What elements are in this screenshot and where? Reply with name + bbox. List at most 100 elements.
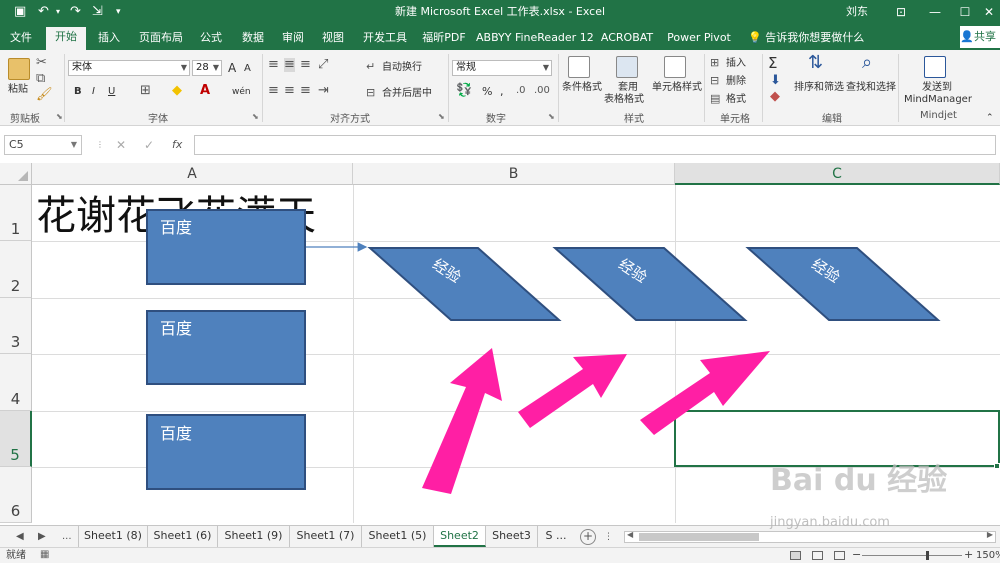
underline-button[interactable]: U — [108, 86, 115, 98]
cut-icon[interactable]: ✂ — [36, 56, 47, 70]
grow-font-button[interactable]: A — [228, 62, 236, 74]
accounting-icon[interactable]: 💱 — [456, 84, 472, 98]
conditional-format-button[interactable]: 条件格式 — [562, 82, 602, 94]
tab-home[interactable]: 开始 — [46, 27, 86, 50]
font-launcher-icon[interactable]: ⬊ — [252, 112, 259, 121]
comma-button[interactable]: , — [500, 86, 504, 98]
zoom-slider[interactable] — [862, 555, 962, 556]
sort-filter-button[interactable]: 排序和筛选 — [794, 82, 844, 94]
find-select-button[interactable]: 查找和选择 — [846, 82, 896, 94]
more-sheets-left[interactable]: ... — [62, 529, 72, 545]
tab-page-layout[interactable]: 页面布局 — [134, 28, 188, 50]
sheet-tab-sheet2[interactable]: Sheet2 — [434, 526, 486, 547]
tab-developer[interactable]: 开发工具 — [358, 28, 412, 50]
align-top-icon[interactable]: ≡ — [268, 58, 279, 72]
share-button[interactable]: 👤共享 — [960, 26, 1000, 48]
tab-foxit-pdf[interactable]: 福昕PDF — [418, 28, 470, 50]
percent-button[interactable]: % — [482, 86, 492, 98]
copy-icon[interactable]: ⧉ — [36, 72, 45, 86]
tab-power-pivot[interactable]: Power Pivot — [664, 28, 734, 50]
delete-cells-button[interactable]: 删除 — [726, 76, 746, 88]
italic-button[interactable]: I — [92, 86, 95, 98]
rectangle-shape-2[interactable]: 百度 — [146, 310, 306, 385]
phonetic-button[interactable]: wén — [232, 86, 251, 98]
format-painter-icon[interactable]: 🖌 — [36, 88, 53, 102]
rectangle-shape-1[interactable]: 百度 — [146, 209, 306, 285]
worksheet-grid[interactable]: A B C 1 2 3 4 5 6 花谢花飞花满天 — [0, 163, 1000, 523]
page-break-view-icon[interactable] — [834, 551, 845, 560]
tab-view[interactable]: 视图 — [316, 28, 350, 50]
tab-review[interactable]: 审阅 — [276, 28, 310, 50]
table-format-line1[interactable]: 套用 — [618, 82, 638, 94]
paste-icon[interactable] — [8, 58, 30, 80]
sheet-tab-sheet1-7[interactable]: Sheet1 (7) — [290, 526, 362, 547]
scroll-left-arrow-icon[interactable]: ◀ — [627, 530, 633, 539]
scroll-right-icon[interactable]: ▶ — [38, 529, 46, 545]
name-box[interactable]: C5 ▼ — [4, 135, 82, 155]
align-left-icon[interactable]: ≡ — [268, 84, 279, 98]
cell-styles-button[interactable]: 单元格样式 — [652, 82, 702, 94]
align-center-icon[interactable]: ≡ — [284, 84, 295, 98]
indent-icon[interactable]: ⇥ — [318, 84, 329, 98]
send-to-line1[interactable]: 发送到 — [922, 82, 952, 94]
clipboard-launcher-icon[interactable]: ⬊ — [56, 112, 63, 121]
enter-icon[interactable]: ✓ — [144, 136, 154, 154]
close-icon[interactable]: ✕ — [974, 2, 1000, 22]
decrease-decimal-icon[interactable]: .00 — [534, 84, 550, 98]
cancel-icon[interactable]: ✕ — [116, 136, 126, 154]
horizontal-scrollbar[interactable]: ◀ ▶ — [624, 530, 996, 543]
alignment-launcher-icon[interactable]: ⬊ — [438, 112, 445, 121]
fill-color-icon[interactable]: ◆ — [172, 84, 182, 98]
insert-cells-button[interactable]: 插入 — [726, 58, 746, 70]
clear-icon[interactable]: ◆ — [770, 90, 780, 104]
search-icon[interactable]: ⌕ — [862, 54, 872, 72]
insert-function-icon[interactable]: fx — [172, 136, 182, 154]
scroll-left-icon[interactable]: ◀ — [16, 529, 24, 545]
drag-handle-icon[interactable]: ⋮ — [96, 136, 104, 154]
tab-formulas[interactable]: 公式 — [194, 28, 228, 50]
rectangle-shape-3[interactable]: 百度 — [146, 414, 306, 490]
table-format-line2[interactable]: 表格格式 — [604, 94, 644, 106]
orientation-icon[interactable]: ⤢ — [318, 58, 328, 72]
fill-icon[interactable]: ⬇ — [770, 74, 781, 88]
sheet-tab-sheet3[interactable]: Sheet3 — [486, 526, 538, 547]
format-cells-button[interactable]: 格式 — [726, 94, 746, 106]
font-color-icon[interactable]: A — [200, 84, 210, 98]
tab-data[interactable]: 数据 — [236, 28, 270, 50]
scrollbar-thumb[interactable] — [639, 533, 759, 541]
bold-button[interactable]: B — [74, 86, 82, 98]
zoom-level[interactable]: 150% — [976, 549, 1000, 563]
wrap-text-button[interactable]: 自动换行 — [382, 62, 422, 74]
ribbon-display-icon[interactable]: ⊡ — [886, 2, 916, 22]
collapse-ribbon-icon[interactable]: ⌃ — [986, 112, 994, 124]
conditional-format-icon[interactable] — [568, 56, 590, 78]
border-icon[interactable]: ⊞ — [140, 84, 151, 98]
tab-splitter-icon[interactable]: ⋮ — [604, 529, 613, 545]
mindmanager-icon[interactable] — [924, 56, 946, 78]
zoom-in-icon[interactable]: + — [964, 548, 973, 561]
add-sheet-icon[interactable]: + — [580, 529, 596, 545]
sort-filter-icon[interactable]: ⇅ — [808, 54, 823, 72]
font-size-combo[interactable]: 28 ▼ — [192, 60, 222, 76]
number-format-combo[interactable]: 常规 ▼ — [452, 60, 552, 76]
scroll-right-arrow-icon[interactable]: ▶ — [987, 530, 993, 539]
number-launcher-icon[interactable]: ⬊ — [548, 112, 555, 121]
parallelogram-shape-1[interactable]: 经验 — [367, 247, 562, 321]
paste-label[interactable]: 粘贴 — [8, 84, 28, 96]
normal-view-icon[interactable] — [790, 551, 801, 560]
sheet-tab-sheet1-5[interactable]: Sheet1 (5) — [362, 526, 434, 547]
align-bottom-icon[interactable]: ≡ — [300, 58, 311, 72]
font-name-combo[interactable]: 宋体 ▼ — [68, 60, 190, 76]
parallelogram-shape-3[interactable]: 经验 — [745, 247, 941, 321]
user-name[interactable]: 刘东 — [846, 4, 868, 20]
table-format-icon[interactable] — [616, 56, 638, 78]
merge-center-button[interactable]: 合并后居中 — [382, 88, 432, 100]
increase-decimal-icon[interactable]: .0 — [516, 84, 526, 98]
align-right-icon[interactable]: ≡ — [300, 84, 311, 98]
cell-styles-icon[interactable] — [664, 56, 686, 78]
align-middle-icon[interactable]: ≡ — [284, 58, 295, 72]
zoom-slider-handle[interactable] — [926, 551, 929, 560]
sheet-tab-more[interactable]: S ... — [538, 526, 574, 547]
tab-insert[interactable]: 插入 — [92, 28, 126, 50]
formula-input[interactable] — [194, 135, 996, 155]
